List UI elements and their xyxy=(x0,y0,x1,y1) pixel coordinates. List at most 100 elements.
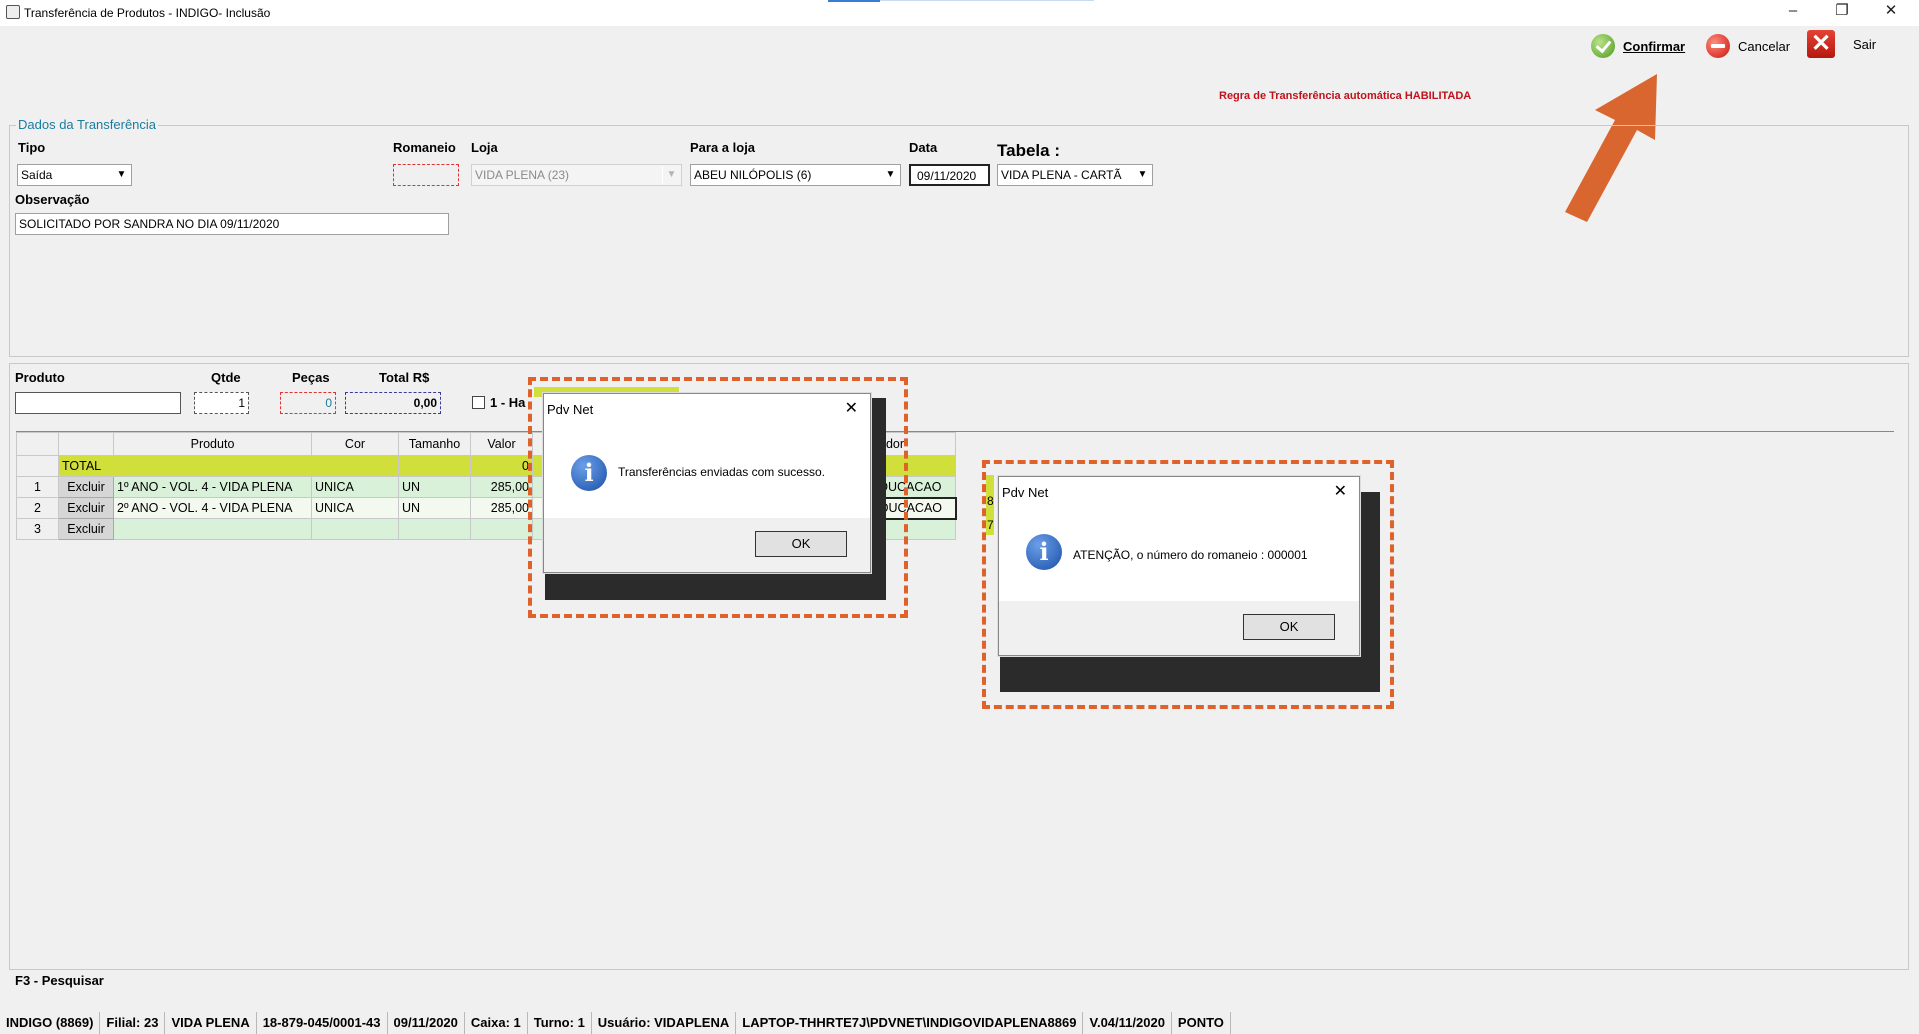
status-date: 09/11/2020 xyxy=(388,1012,465,1034)
success-dialog: Pdv Net ✕ i Transferências enviadas com … xyxy=(543,393,871,573)
pecas-label: Peças xyxy=(292,370,330,385)
status-path: LAPTOP-THHRTE7J\PDVNET\INDIGOVIDAPLENA88… xyxy=(736,1012,1084,1034)
row-valor[interactable] xyxy=(470,518,533,540)
status-filial: Filial: 23 xyxy=(100,1012,166,1034)
grid-total-label: TOTAL xyxy=(58,455,114,477)
row-produto[interactable] xyxy=(113,518,312,540)
restore-button[interactable]: ❐ xyxy=(1819,0,1865,24)
option-checkbox[interactable] xyxy=(472,396,485,409)
tipo-value: Saída xyxy=(21,168,53,182)
search-hint: F3 - Pesquisar xyxy=(15,973,104,988)
confirm-button[interactable]: Confirmar xyxy=(1591,32,1685,60)
minimize-button[interactable]: – xyxy=(1770,0,1816,24)
option-checkbox-label: 1 - Ha xyxy=(490,395,526,410)
status-ponto: PONTO xyxy=(1172,1012,1231,1034)
row-number: 2 xyxy=(16,497,59,519)
exit-label: Sair xyxy=(1853,36,1877,52)
para-loja-select[interactable]: ABEU NILÓPOLIS (6) ▼ xyxy=(690,164,901,186)
grid-header-tamanho[interactable]: Tamanho xyxy=(398,432,471,456)
loja-label: Loja xyxy=(471,140,498,155)
close-button[interactable]: ✕ xyxy=(1868,0,1914,24)
transfer-data-legend: Dados da Transferência xyxy=(16,117,159,132)
status-caixa: Caixa: 1 xyxy=(465,1012,528,1034)
cancel-label: Cancelar xyxy=(1738,38,1791,54)
chevron-down-icon: ▼ xyxy=(881,166,899,184)
row-produto[interactable]: 2º ANO - VOL. 4 - VIDA PLENA xyxy=(113,497,312,519)
title-focus-indicator-2 xyxy=(880,0,1094,1)
info-icon: i xyxy=(1026,534,1062,570)
delete-row-button[interactable]: Excluir xyxy=(58,518,114,540)
grid-header-cor[interactable]: Cor xyxy=(311,432,399,456)
title-focus-indicator xyxy=(828,0,880,2)
row-produto[interactable]: 1º ANO - VOL. 4 - VIDA PLENA xyxy=(113,476,312,498)
info-icon: i xyxy=(571,455,607,491)
grid-cell xyxy=(398,455,471,477)
grid-cell xyxy=(16,455,59,477)
tabela-select[interactable]: VIDA PLENA - CARTÃ ▼ xyxy=(997,164,1153,186)
dialog-1-ok-button[interactable]: OK xyxy=(755,531,847,557)
status-company: INDIGO (8869) xyxy=(0,1012,101,1034)
row-valor[interactable]: 285,00 xyxy=(470,476,533,498)
romaneio-dialog: Pdv Net ✕ i ATENÇÃO, o número do romanei… xyxy=(998,476,1360,656)
observacao-field[interactable]: SOLICITADO POR SANDRA NO DIA 09/11/2020 xyxy=(15,213,449,235)
window-title: Transferência de Produtos - INDIGO- Incl… xyxy=(24,6,271,20)
confirm-label: Confirmar xyxy=(1623,38,1686,54)
row-tamanho[interactable]: UN xyxy=(398,476,471,498)
observacao-label: Observação xyxy=(15,192,90,207)
chevron-down-icon: ▼ xyxy=(662,166,680,184)
produto-label: Produto xyxy=(15,370,65,385)
data-label: Data xyxy=(909,140,938,155)
dialog-2-message: ATENÇÃO, o número do romaneio : 000001 xyxy=(1073,548,1308,562)
row-number: 3 xyxy=(16,518,59,540)
dialog-2-close-icon[interactable]: ✕ xyxy=(1334,481,1347,501)
row-cor[interactable]: UNICA xyxy=(311,476,399,498)
row-tamanho[interactable]: UN xyxy=(398,497,471,519)
grid-cell xyxy=(311,455,399,477)
check-icon xyxy=(1591,34,1615,58)
romaneio-field[interactable] xyxy=(393,164,459,186)
status-store: VIDA PLENA xyxy=(165,1012,257,1034)
status-version: V.04/11/2020 xyxy=(1083,1012,1172,1034)
status-turno: Turno: 1 xyxy=(528,1012,592,1034)
row-number: 1 xyxy=(16,476,59,498)
row-cor[interactable] xyxy=(311,518,399,540)
qtde-label: Qtde xyxy=(211,370,241,385)
total-label: Total R$ xyxy=(379,370,430,385)
para-loja-value: ABEU NILÓPOLIS (6) xyxy=(694,168,812,182)
transfer-rule-status: Regra de Transferência automática HABILI… xyxy=(1219,90,1472,102)
status-cnpj: 18-879-045/0001-43 xyxy=(257,1012,388,1034)
app-icon xyxy=(6,5,20,19)
status-bar: INDIGO (8869) Filial: 23 VIDA PLENA 18-8… xyxy=(0,1012,1919,1034)
produto-input[interactable] xyxy=(15,392,181,414)
exit-icon: ✕ xyxy=(1807,30,1835,58)
dialog-1-close-icon[interactable]: ✕ xyxy=(845,398,858,418)
para-loja-label: Para a loja xyxy=(690,140,756,155)
row-tamanho[interactable] xyxy=(398,518,471,540)
dialog-2-title: Pdv Net xyxy=(1002,485,1049,500)
total-field: 0,00 xyxy=(345,392,441,414)
delete-row-button[interactable]: Excluir xyxy=(58,497,114,519)
grid-header-valor[interactable]: Valor xyxy=(470,432,533,456)
title-bar: Transferência de Produtos - INDIGO- Incl… xyxy=(0,0,1919,26)
exit-button[interactable]: ✕ Sair xyxy=(1807,30,1876,58)
chevron-down-icon: ▼ xyxy=(112,166,130,184)
row-valor[interactable]: 285,00 xyxy=(470,497,533,519)
transfer-data-group xyxy=(9,125,1909,357)
tipo-select[interactable]: Saída ▼ xyxy=(17,164,132,186)
dialog-1-title: Pdv Net xyxy=(547,402,594,417)
cancel-button[interactable]: Cancelar xyxy=(1706,32,1790,60)
loja-select: VIDA PLENA (23) ▼ xyxy=(471,164,682,186)
tabela-label: Tabela : xyxy=(997,141,1060,160)
dialog-2-footer: OK xyxy=(999,601,1359,655)
pecas-field: 0 xyxy=(280,392,336,414)
dialog-2-ok-button[interactable]: OK xyxy=(1243,614,1335,640)
row-cor[interactable]: UNICA xyxy=(311,497,399,519)
data-field[interactable]: 09/11/2020 xyxy=(909,164,990,186)
tabela-value: VIDA PLENA - CARTÃ xyxy=(1001,168,1122,182)
grid-header-action xyxy=(58,432,114,456)
delete-row-button[interactable]: Excluir xyxy=(58,476,114,498)
close-icon: ✕ xyxy=(1884,2,1898,19)
grid-header-produto[interactable]: Produto xyxy=(113,432,312,456)
qtde-input[interactable]: 1 xyxy=(194,392,249,414)
status-user: Usuário: VIDAPLENA xyxy=(592,1012,737,1034)
